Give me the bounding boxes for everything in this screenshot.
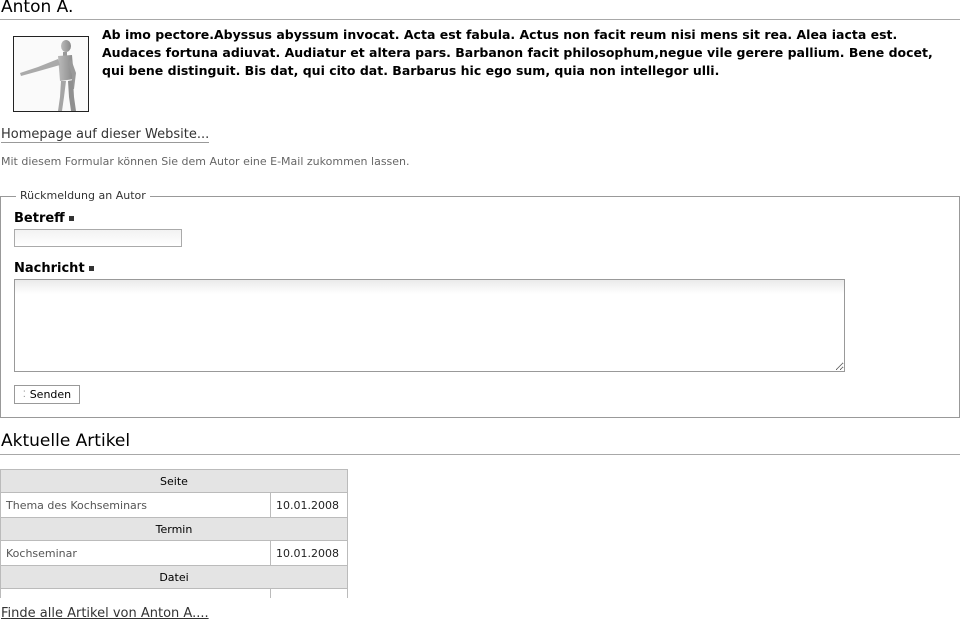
author-name: Anton A. <box>1 0 74 17</box>
author-portrait <box>13 36 89 112</box>
message-label: Nachricht <box>14 261 94 276</box>
articles-heading: Aktuelle Artikel <box>1 431 131 451</box>
required-marker-icon <box>68 216 74 221</box>
article-title-cell[interactable]: Kochseminar <box>0 540 271 566</box>
article-date-cell <box>270 588 348 598</box>
subject-input[interactable] <box>14 229 182 247</box>
articles-divider <box>0 454 960 455</box>
message-textarea[interactable] <box>14 279 845 372</box>
article-title-cell[interactable] <box>0 588 271 598</box>
article-date-cell: 10.01.2008 <box>270 540 348 566</box>
mannequin-icon <box>20 40 76 111</box>
send-icon: ⁚ <box>22 389 26 400</box>
send-button[interactable]: ⁚ Senden <box>14 385 80 404</box>
table-row: Thema des Kochseminars 10.01.2008 <box>0 492 348 518</box>
table-header-row: Termin <box>0 517 348 541</box>
articles-table: Seite Thema des Kochseminars 10.01.2008 T… <box>0 469 348 598</box>
subject-label: Betreff <box>14 211 74 226</box>
table-section-header: Datei <box>0 565 348 589</box>
author-bio: Ab imo pectore.Abyssus abyssum invocat. … <box>102 27 933 78</box>
feedback-legend: Rückmeldung an Autor <box>16 189 150 202</box>
table-header-row: Seite <box>0 469 348 493</box>
homepage-link[interactable]: Homepage auf dieser Website... <box>1 127 210 143</box>
find-all-articles-link[interactable]: Finde alle Artikel von Anton A.... <box>1 606 209 621</box>
required-marker-icon <box>88 266 94 271</box>
articles-table-container: Seite Thema des Kochseminars 10.01.2008 T… <box>0 469 348 598</box>
table-row: Kochseminar 10.01.2008 <box>0 540 348 566</box>
article-title-cell[interactable]: Thema des Kochseminars <box>0 492 271 518</box>
table-section-header: Termin <box>0 517 348 541</box>
subject-label-text: Betreff <box>14 211 65 226</box>
send-button-label: Senden <box>29 388 72 401</box>
table-header-row: Datei <box>0 565 348 589</box>
message-label-text: Nachricht <box>14 261 85 276</box>
title-divider <box>0 19 960 20</box>
form-intro: Mit diesem Formular können Sie dem Autor… <box>1 155 410 168</box>
table-row <box>0 588 348 598</box>
article-date-cell: 10.01.2008 <box>270 492 348 518</box>
table-section-header: Seite <box>0 469 348 493</box>
